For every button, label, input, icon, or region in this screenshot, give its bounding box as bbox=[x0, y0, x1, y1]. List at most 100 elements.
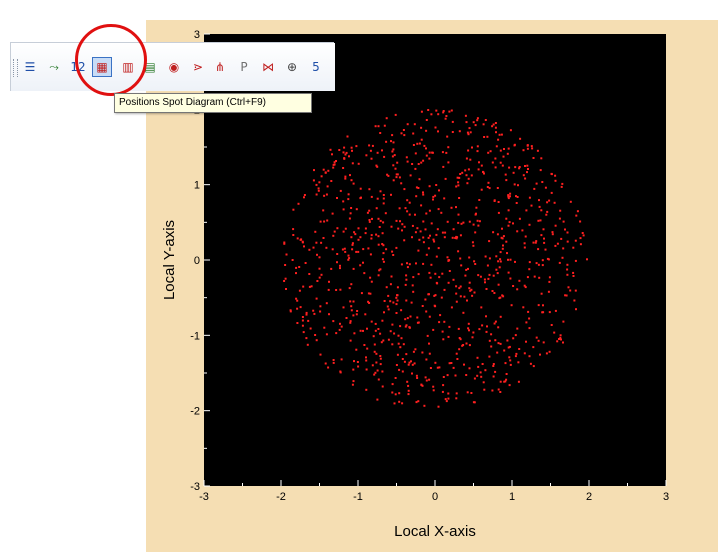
spot-point bbox=[457, 250, 460, 253]
spot-point bbox=[498, 133, 501, 136]
spot-point bbox=[515, 352, 518, 355]
spot-point bbox=[434, 361, 437, 364]
spot-point bbox=[319, 305, 322, 308]
spot-point bbox=[355, 313, 358, 316]
spot-point bbox=[332, 361, 335, 364]
spot-point bbox=[390, 225, 393, 228]
beam-icon[interactable]: ⋗ bbox=[189, 58, 207, 76]
spot-point bbox=[496, 272, 499, 275]
toolbar-grip-handle[interactable] bbox=[13, 59, 18, 77]
spot-point bbox=[350, 207, 353, 209]
spot-point bbox=[512, 285, 515, 287]
spot-point bbox=[407, 393, 410, 396]
spot-point bbox=[292, 208, 295, 211]
highlight-circle bbox=[75, 24, 147, 96]
spot-point bbox=[509, 277, 512, 280]
spot-point bbox=[370, 280, 373, 283]
spot-point bbox=[379, 355, 382, 357]
spot-point bbox=[441, 272, 444, 275]
spot-point bbox=[474, 124, 477, 127]
spot-point bbox=[428, 315, 431, 318]
spot-point bbox=[317, 187, 320, 190]
spot-point bbox=[382, 260, 385, 263]
globe-icon[interactable]: ⊕ bbox=[283, 58, 301, 76]
fan-icon[interactable]: ⋔ bbox=[211, 58, 229, 76]
spot-point bbox=[408, 213, 411, 216]
eye-icon[interactable]: ◉ bbox=[165, 58, 183, 76]
p-icon[interactable]: P bbox=[235, 58, 253, 76]
spot-point bbox=[312, 246, 315, 249]
spot-point bbox=[284, 264, 287, 266]
spot-point bbox=[426, 334, 429, 337]
spot-point bbox=[561, 182, 564, 185]
spot-point bbox=[480, 188, 483, 191]
spot-point bbox=[357, 250, 360, 253]
split-icon[interactable]: ⋈ bbox=[259, 58, 277, 76]
more-icon[interactable]: 5 bbox=[307, 58, 325, 76]
spot-point bbox=[442, 111, 445, 114]
y-tick-label: 0 bbox=[194, 255, 200, 267]
spot-point bbox=[553, 331, 556, 334]
spot-point bbox=[414, 231, 417, 234]
spot-point bbox=[501, 294, 504, 297]
spot-point bbox=[455, 292, 458, 295]
spot-point bbox=[424, 228, 427, 231]
spot-point bbox=[425, 129, 428, 132]
spot-point bbox=[483, 388, 486, 391]
spot-point bbox=[425, 310, 428, 313]
spot-point bbox=[494, 339, 497, 342]
spot-point bbox=[384, 212, 387, 215]
spot-point bbox=[535, 182, 538, 185]
spot-point bbox=[403, 239, 406, 242]
spot-point bbox=[427, 293, 430, 296]
y-tick-label: 1 bbox=[194, 180, 200, 192]
spot-point bbox=[345, 317, 348, 319]
spot-point bbox=[415, 262, 417, 265]
spot-point bbox=[375, 207, 378, 210]
spot-point bbox=[485, 315, 487, 318]
spot-point bbox=[545, 352, 548, 355]
spot-point bbox=[425, 154, 428, 157]
spot-point bbox=[412, 276, 415, 279]
list-icon[interactable]: ☰ bbox=[21, 58, 39, 76]
spot-point bbox=[416, 142, 419, 145]
spot-point bbox=[528, 196, 531, 199]
spot-point bbox=[499, 342, 502, 345]
spot-point bbox=[468, 281, 471, 284]
spot-point bbox=[525, 321, 528, 324]
spot-point bbox=[459, 173, 462, 175]
spot-point bbox=[490, 333, 493, 336]
spot-point bbox=[284, 277, 287, 280]
spot-point bbox=[535, 262, 538, 265]
spot-point bbox=[476, 145, 479, 148]
spot-point bbox=[540, 209, 543, 212]
spot-point bbox=[508, 166, 511, 169]
spot-point bbox=[473, 377, 476, 380]
spot-point bbox=[456, 176, 459, 179]
spot-point bbox=[483, 136, 486, 138]
spot-point bbox=[347, 254, 350, 257]
spot-point bbox=[323, 220, 326, 223]
spot-point bbox=[480, 164, 483, 167]
spot-point bbox=[375, 164, 378, 167]
spot-point bbox=[398, 368, 401, 371]
spot-point bbox=[457, 184, 460, 187]
spot-point bbox=[448, 270, 451, 272]
spot-point bbox=[328, 280, 330, 283]
spot-point bbox=[535, 240, 538, 243]
spot-point bbox=[523, 246, 526, 249]
spot-point bbox=[350, 179, 353, 182]
spot-point bbox=[462, 221, 465, 224]
spot-point bbox=[501, 227, 503, 230]
spot-point bbox=[391, 383, 394, 386]
ray-trace-icon[interactable]: ⤳ bbox=[45, 58, 63, 76]
spot-point bbox=[502, 244, 504, 247]
spot-point bbox=[374, 371, 377, 374]
spot-point bbox=[474, 231, 477, 234]
spot-point bbox=[433, 240, 436, 243]
spot-point bbox=[305, 337, 308, 340]
spot-point bbox=[364, 313, 367, 316]
spot-point bbox=[336, 261, 338, 264]
spot-point bbox=[528, 268, 531, 271]
spot-point bbox=[499, 161, 502, 164]
